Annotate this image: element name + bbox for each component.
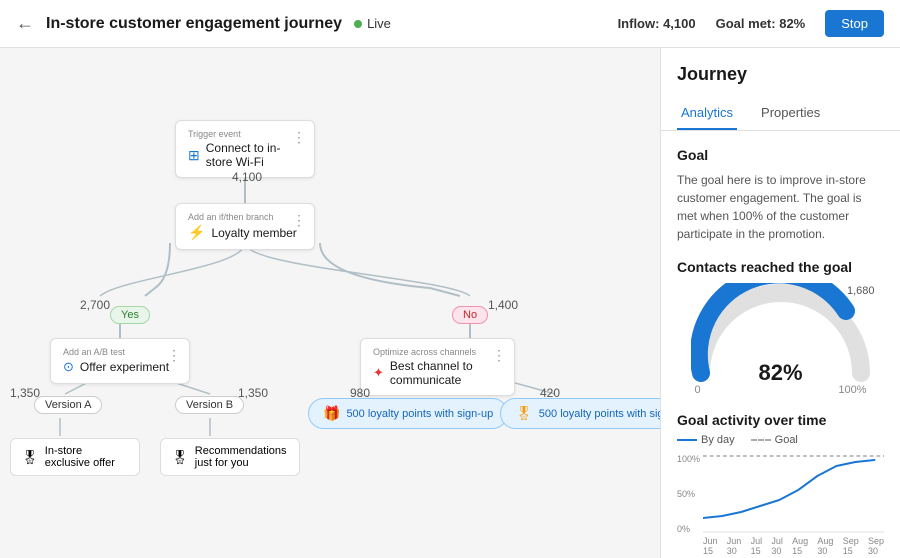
x-label-jul15: Jul15 bbox=[751, 536, 763, 556]
chart-x-labels: Jun15 Jun30 Jul15 Jul30 Aug15 Aug30 Sep1… bbox=[677, 536, 884, 556]
inflow-display: Inflow: 4,100 bbox=[618, 16, 696, 31]
trigger-count: 4,100 bbox=[232, 170, 262, 184]
chart-svg-wrapper bbox=[703, 454, 884, 534]
contacts-section-title: Contacts reached the goal bbox=[677, 259, 884, 275]
yes-count: 2,700 bbox=[80, 298, 110, 312]
no-count: 1,400 bbox=[488, 298, 518, 312]
chart-legend: By day Goal bbox=[677, 434, 884, 446]
panel-header: Journey Analytics Properties bbox=[661, 48, 900, 131]
branch-node: Add an if/then branch ⚡ Loyalty member ⋮ bbox=[175, 203, 315, 250]
legend-by-day-line bbox=[677, 439, 697, 441]
goal-section-title: Goal bbox=[677, 147, 884, 163]
branch-menu[interactable]: ⋮ bbox=[292, 212, 306, 229]
activity-svg bbox=[703, 454, 884, 534]
optimize-title: Best channel to communicate bbox=[390, 359, 502, 387]
goal-gauge: 1,680 82% 0 100% bbox=[691, 283, 871, 396]
ab-menu[interactable]: ⋮ bbox=[167, 347, 181, 364]
offer-node-1: 🎖 In-store exclusive offer bbox=[10, 438, 140, 476]
trigger-label: Trigger event bbox=[188, 129, 302, 139]
stop-button[interactable]: Stop bbox=[825, 10, 884, 37]
live-status: Live bbox=[354, 16, 391, 31]
legend-goal: Goal bbox=[775, 434, 798, 446]
live-dot bbox=[354, 20, 362, 28]
offer-node-2: 🎖 Recommendations just for you bbox=[160, 438, 300, 476]
trigger-title: Connect to in-store Wi-Fi bbox=[206, 141, 302, 169]
offer-label-2: Recommendations just for you bbox=[195, 445, 289, 469]
version-a-badge: Version A bbox=[34, 396, 102, 414]
gauge-max-label: 100% bbox=[838, 384, 866, 396]
x-label-aug15: Aug15 bbox=[792, 536, 808, 556]
y-label-50: 50% bbox=[677, 489, 701, 499]
action-node-2: 🎖 500 loyalty points with sign-up bbox=[500, 398, 660, 429]
chart-y-labels: 100% 50% 0% bbox=[677, 454, 701, 534]
optimize-node: Optimize across channels ✦ Best channel … bbox=[360, 338, 515, 396]
yes-badge: Yes bbox=[110, 306, 150, 324]
tab-analytics[interactable]: Analytics bbox=[677, 97, 737, 130]
x-label-jul30: Jul30 bbox=[771, 536, 783, 556]
branch-title: Loyalty member bbox=[211, 226, 296, 240]
ab-title: Offer experiment bbox=[80, 360, 169, 374]
trigger-menu[interactable]: ⋮ bbox=[292, 129, 306, 146]
x-label-jun15: Jun15 bbox=[703, 536, 718, 556]
action-label-1: 500 loyalty points with sign-up bbox=[346, 408, 493, 420]
gauge-percentage: 82% bbox=[758, 360, 802, 386]
y-label-0: 0% bbox=[677, 524, 701, 534]
gauge-max-value: 1,680 bbox=[847, 285, 875, 297]
legend-by-day: By day bbox=[701, 434, 735, 446]
tab-properties[interactable]: Properties bbox=[757, 97, 824, 130]
app-header: ← In-store customer engagement journey L… bbox=[0, 0, 900, 48]
x-label-aug30: Aug30 bbox=[817, 536, 833, 556]
panel-title: Journey bbox=[677, 64, 884, 85]
page-title: In-store customer engagement journey bbox=[46, 15, 342, 33]
x-label-sep30: Sep30 bbox=[868, 536, 884, 556]
y-label-100: 100% bbox=[677, 454, 701, 464]
version-b-badge: Version B bbox=[175, 396, 244, 414]
goal-met-display: Goal met: 82% bbox=[716, 16, 806, 31]
journey-canvas: Trigger event ⊞ Connect to in-store Wi-F… bbox=[0, 48, 660, 558]
goal-text: The goal here is to improve in-store cus… bbox=[677, 171, 884, 243]
legend-goal-line bbox=[751, 439, 771, 441]
action-node-1: 🎁 500 loyalty points with sign-up bbox=[308, 398, 508, 429]
goal-activity-chart: 100% 50% 0% bbox=[677, 454, 884, 534]
live-label: Live bbox=[367, 16, 391, 31]
ab-label: Add an A/B test bbox=[63, 347, 177, 357]
optimize-menu[interactable]: ⋮ bbox=[492, 347, 506, 364]
gauge-min-label: 0 bbox=[695, 384, 701, 396]
offer-label-1: In-store exclusive offer bbox=[45, 445, 129, 469]
action-label-2: 500 loyalty points with sign-up bbox=[539, 408, 660, 420]
ab-node: Add an A/B test ⊙ Offer experiment ⋮ bbox=[50, 338, 190, 384]
x-label-jun30: Jun30 bbox=[727, 536, 742, 556]
right-panel: Journey Analytics Properties Goal The go… bbox=[660, 48, 900, 558]
panel-content: Goal The goal here is to improve in-stor… bbox=[661, 131, 900, 558]
branch-label: Add an if/then branch bbox=[188, 212, 302, 222]
back-button[interactable]: ← bbox=[16, 13, 34, 34]
no-badge: No bbox=[452, 306, 488, 324]
main-layout: Trigger event ⊞ Connect to in-store Wi-F… bbox=[0, 48, 900, 558]
optimize-label: Optimize across channels bbox=[373, 347, 502, 357]
version-b-count: 1,350 bbox=[238, 386, 268, 400]
activity-section-title: Goal activity over time bbox=[677, 412, 884, 428]
panel-tabs: Analytics Properties bbox=[661, 97, 900, 131]
x-label-sep15: Sep15 bbox=[843, 536, 859, 556]
